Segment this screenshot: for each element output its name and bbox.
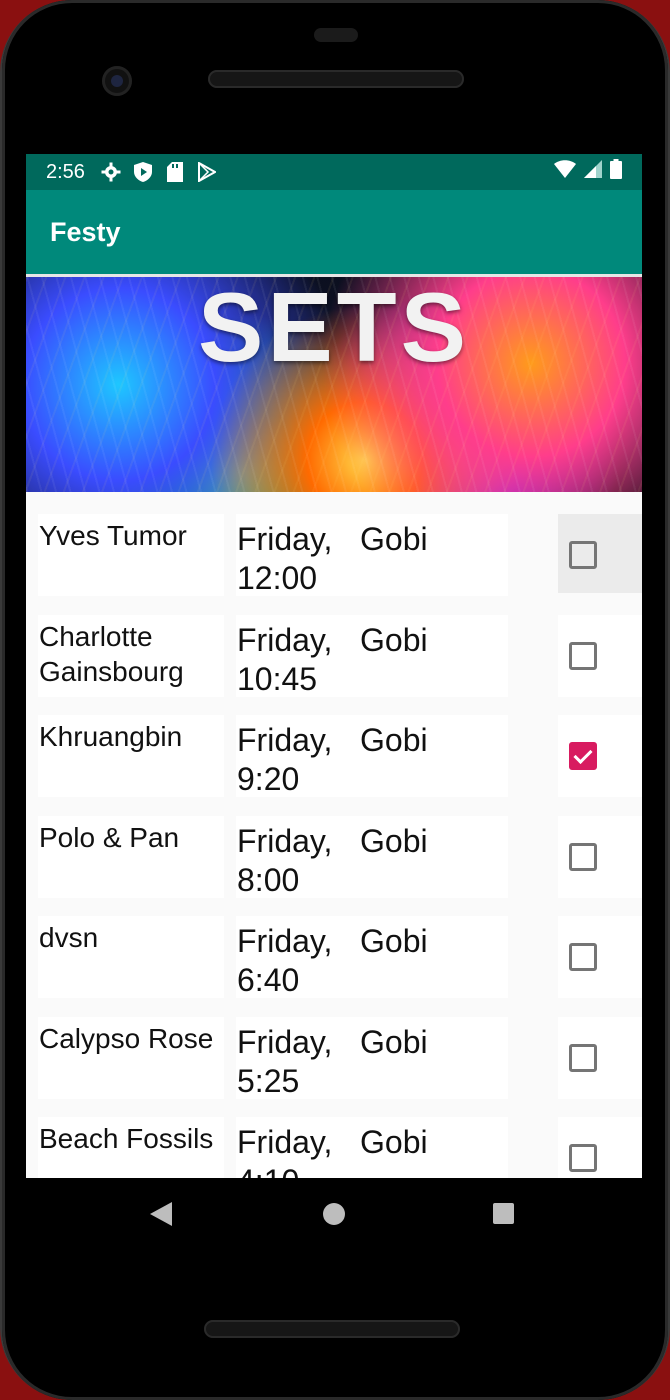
sets-list[interactable]: Yves Tumor Friday, 12:00 Gobi Charlotte Gain… [26, 492, 642, 1178]
app-title: Festy [50, 216, 121, 247]
artist-name: Yves Tumor [38, 514, 224, 596]
set-row[interactable]: Polo & Pan Friday, 8:00 Gobi [26, 815, 642, 917]
signal-icon [584, 160, 602, 184]
favorite-checkbox-cell[interactable] [558, 514, 642, 593]
favorite-checkbox-cell[interactable] [558, 614, 642, 697]
set-stage: Gobi [360, 621, 428, 658]
favorite-checkbox[interactable] [569, 742, 597, 770]
artist-name: Polo & Pan [38, 815, 224, 898]
favorite-checkbox-cell[interactable] [558, 1117, 642, 1178]
set-row[interactable]: dvsn Friday, 6:40 Gobi [26, 916, 642, 1017]
battery-icon [610, 159, 622, 185]
set-time-cell: Friday, 8:00 Gobi [236, 815, 508, 900]
set-day: Friday, [237, 621, 333, 658]
status-time: 2:56 [46, 160, 85, 183]
set-time: 6:40 [237, 962, 300, 998]
set-stage: Gobi [360, 521, 428, 557]
set-time-cell: Friday, 4:10 Gobi [236, 1117, 508, 1178]
recents-icon[interactable] [493, 1203, 514, 1224]
sd-card-icon [165, 162, 185, 182]
back-icon[interactable] [150, 1202, 172, 1231]
status-bar: 2:56 [26, 154, 642, 190]
set-day: Friday, [237, 1023, 333, 1060]
favorite-checkbox[interactable] [569, 1144, 597, 1172]
set-time: 8:00 [237, 861, 300, 898]
favorite-checkbox[interactable] [569, 842, 597, 871]
app-screen: 2:56 Festy SETS Yves Tumor Friday, 12:00… [26, 154, 642, 1178]
set-day: Friday, [237, 923, 333, 959]
set-time: 9:20 [237, 761, 300, 797]
set-stage: Gobi [360, 1124, 428, 1160]
set-row[interactable]: Khruangbin Friday, 9:20 Gobi [26, 715, 642, 816]
status-right-icons [554, 159, 622, 185]
favorite-checkbox[interactable] [569, 641, 597, 670]
favorite-checkbox-cell[interactable] [558, 815, 642, 898]
bottom-speaker [204, 1320, 460, 1338]
sets-banner-image: SETS [26, 277, 642, 492]
set-day-time: Friday, 9:20 [237, 721, 347, 799]
set-day-time: Friday, 5:25 [237, 1023, 347, 1101]
set-time: 10:45 [237, 660, 318, 697]
set-day: Friday, [237, 722, 333, 758]
set-day: Friday, [237, 822, 333, 859]
set-stage: Gobi [360, 822, 428, 859]
shield-play-icon [133, 162, 153, 182]
set-time-cell: Friday, 12:00 Gobi [236, 514, 508, 596]
set-day-time: Friday, 10:45 [237, 621, 347, 699]
set-row[interactable]: Charlotte Gainsbourg Friday, 10:45 Gobi [26, 614, 642, 716]
favorite-checkbox[interactable] [569, 943, 597, 971]
artist-name: Khruangbin [38, 715, 224, 797]
set-stage: Gobi [360, 722, 428, 758]
set-row[interactable]: Calypso Rose Friday, 5:25 Gobi [26, 1016, 642, 1118]
set-time: 12:00 [237, 560, 318, 596]
favorite-checkbox[interactable] [569, 541, 597, 569]
set-time-cell: Friday, 5:25 Gobi [236, 1016, 508, 1101]
set-stage: Gobi [360, 923, 428, 959]
gear-icon [101, 162, 121, 182]
banner-title: SETS [198, 277, 470, 382]
set-day: Friday, [237, 521, 333, 557]
favorite-checkbox-cell[interactable] [558, 715, 642, 797]
set-day-time: Friday, 8:00 [237, 822, 347, 900]
system-nav-bar [26, 1178, 642, 1250]
set-stage: Gobi [360, 1023, 428, 1060]
earpiece-slot [314, 28, 358, 42]
set-day-time: Friday, 12:00 [237, 520, 347, 598]
set-time: 4:10 [237, 1163, 299, 1178]
artist-name: Calypso Rose [38, 1016, 224, 1099]
set-day: Friday, [237, 1124, 333, 1160]
wifi-icon [554, 160, 576, 184]
set-time-cell: Friday, 10:45 Gobi [236, 614, 508, 699]
top-speaker [208, 70, 464, 88]
favorite-checkbox-cell[interactable] [558, 1016, 642, 1099]
set-row[interactable]: Yves Tumor Friday, 12:00 Gobi [26, 514, 642, 615]
artist-name: dvsn [38, 916, 224, 998]
favorite-checkbox[interactable] [569, 1043, 597, 1072]
set-time-cell: Friday, 9:20 Gobi [236, 715, 508, 797]
favorite-checkbox-cell[interactable] [558, 916, 642, 998]
play-store-icon [197, 162, 217, 182]
set-time: 5:25 [237, 1062, 300, 1099]
set-day-time: Friday, 4:10 [237, 1123, 347, 1178]
front-camera-icon [102, 66, 132, 96]
app-bar: Festy [26, 190, 642, 274]
set-day-time: Friday, 6:40 [237, 922, 347, 1000]
artist-name: Beach Fossils [38, 1117, 224, 1178]
artist-name: Charlotte Gainsbourg [38, 614, 224, 697]
set-time-cell: Friday, 6:40 Gobi [236, 916, 508, 998]
home-icon[interactable] [323, 1203, 345, 1225]
set-row[interactable]: Beach Fossils Friday, 4:10 Gobi [26, 1117, 642, 1178]
